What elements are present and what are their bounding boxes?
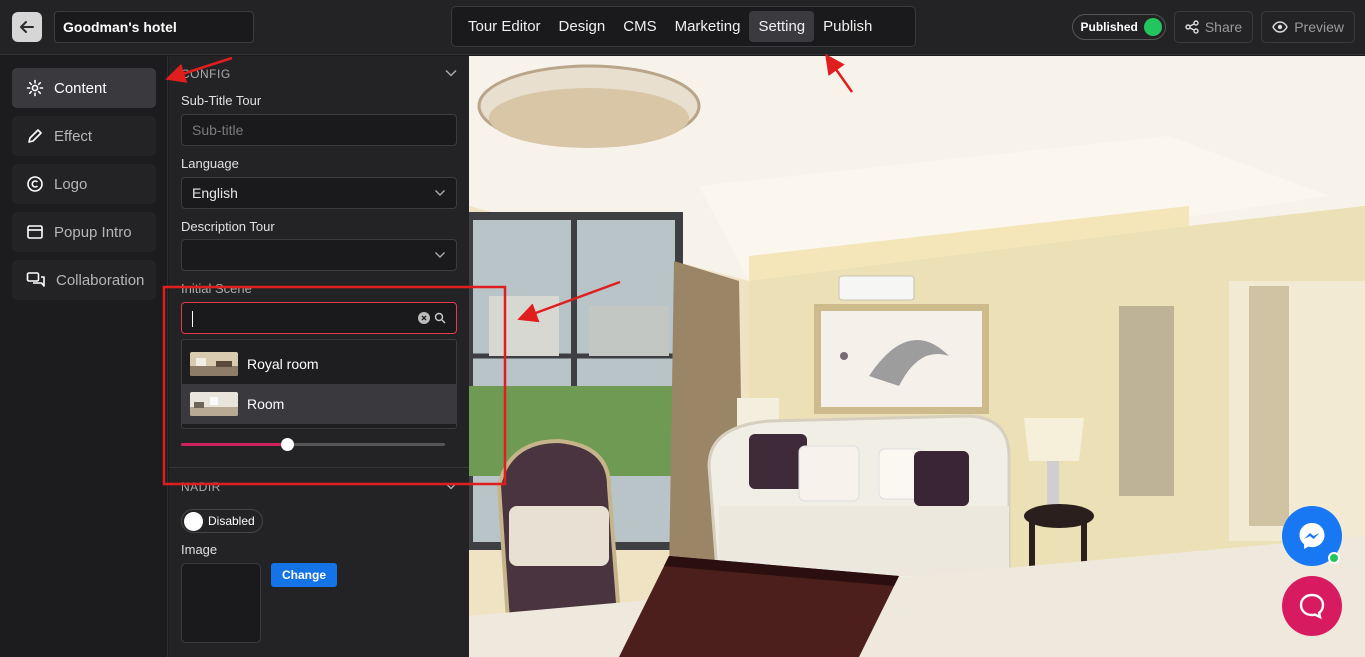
- chevron-down-icon[interactable]: [445, 69, 457, 77]
- description-label: Description Tour: [181, 219, 275, 234]
- nadir-toggle[interactable]: Disabled: [181, 509, 263, 533]
- messenger-icon: [1299, 523, 1325, 549]
- sidebar-item-label: Logo: [54, 175, 88, 193]
- chat-icon: [26, 272, 45, 287]
- subtitle-placeholder: Sub-title: [192, 122, 244, 138]
- window-icon: [27, 225, 43, 239]
- nadir-section-title: NADIR: [181, 480, 221, 494]
- language-value: English: [192, 185, 238, 201]
- config-panel: CONFIG Sub-Title Tour Sub-title Language…: [169, 56, 469, 657]
- tour-title-input[interactable]: Goodman's hotel: [54, 11, 254, 43]
- scene-thumbnail: [190, 352, 238, 376]
- slider-handle[interactable]: [280, 438, 294, 451]
- text-cursor: [192, 311, 193, 328]
- arrow-left-icon: [20, 21, 34, 33]
- room-scene-image: [469, 56, 1365, 657]
- published-status-toggle[interactable]: Published: [1071, 14, 1166, 40]
- messenger-button[interactable]: [1282, 506, 1342, 566]
- sidebar-item-collaboration[interactable]: Collaboration: [12, 260, 156, 300]
- toggle-label: Disabled: [208, 514, 255, 528]
- chevron-down-icon[interactable]: [445, 482, 457, 490]
- tab-setting[interactable]: Setting: [749, 11, 815, 42]
- chat-bubble-icon: [1299, 593, 1325, 620]
- subtitle-input[interactable]: Sub-title: [181, 114, 457, 146]
- tab-cms[interactable]: CMS: [614, 11, 665, 42]
- back-button[interactable]: [12, 12, 42, 42]
- eye-icon: [1272, 21, 1288, 33]
- sidebar-item-content[interactable]: Content: [12, 68, 156, 108]
- clear-icon[interactable]: [418, 312, 430, 324]
- change-image-button[interactable]: Change: [271, 563, 337, 587]
- tab-publish[interactable]: Publish: [814, 11, 881, 42]
- scene-thumbnail: [190, 392, 238, 416]
- nadir-image-preview[interactable]: [181, 563, 261, 643]
- dropdown-option-royal-room[interactable]: Royal room: [182, 344, 456, 384]
- tab-tour-editor[interactable]: Tour Editor: [459, 11, 550, 42]
- published-label: Published: [1080, 20, 1138, 34]
- image-label: Image: [181, 542, 218, 557]
- sidebar-item-logo[interactable]: Logo: [12, 164, 156, 204]
- sidebar-item-popup-intro[interactable]: Popup Intro: [12, 212, 156, 252]
- preview-button[interactable]: Preview: [1261, 11, 1355, 43]
- language-select[interactable]: English: [181, 177, 457, 209]
- toggle-knob: [184, 511, 203, 531]
- right-tools: Published Share Preview: [1071, 11, 1355, 43]
- sidebar-item-label: Content: [54, 79, 107, 97]
- sidebar-item-label: Effect: [54, 127, 93, 145]
- initial-scene-label: Initial Scene: [181, 281, 252, 296]
- pen-icon: [28, 129, 42, 143]
- option-label: Royal room: [247, 356, 319, 372]
- panorama-viewport[interactable]: [469, 56, 1365, 657]
- section-divider: [169, 467, 469, 468]
- tab-marketing[interactable]: Marketing: [666, 11, 750, 42]
- sidebar-item-label: Popup Intro: [54, 223, 132, 241]
- share-button[interactable]: Share: [1173, 11, 1254, 43]
- search-icon: [434, 312, 446, 324]
- status-dot: [1143, 18, 1162, 36]
- gear-icon: [26, 79, 44, 97]
- language-label: Language: [181, 156, 239, 171]
- fov-slider[interactable]: [181, 438, 445, 451]
- chevron-down-icon: [435, 252, 445, 258]
- online-dot: [1328, 552, 1340, 564]
- tab-design[interactable]: Design: [550, 11, 615, 42]
- option-label: Room: [247, 396, 285, 412]
- chat-widget-button[interactable]: [1282, 576, 1342, 636]
- config-section-title: CONFIG: [181, 67, 231, 81]
- copyright-icon: [27, 176, 43, 192]
- slider-fill: [181, 443, 287, 446]
- main-nav: Tour Editor Design CMS Marketing Setting…: [451, 6, 916, 47]
- dropdown-option-room[interactable]: Room: [182, 384, 456, 424]
- preview-label: Preview: [1294, 19, 1344, 35]
- top-bar: Goodman's hotel Tour Editor Design CMS M…: [0, 0, 1365, 55]
- sidebar-item-effect[interactable]: Effect: [12, 116, 156, 156]
- subtitle-label: Sub-Title Tour: [181, 93, 262, 108]
- share-icon: [1185, 20, 1199, 34]
- sidebar-item-label: Collaboration: [56, 271, 145, 289]
- description-select[interactable]: [181, 239, 457, 271]
- share-label: Share: [1204, 19, 1243, 35]
- settings-sidebar: Content Effect Logo Popup Intro Collabor…: [0, 56, 168, 657]
- initial-scene-search-input[interactable]: [181, 302, 457, 334]
- scene-dropdown: Royal room Room: [181, 339, 457, 429]
- chevron-down-icon: [435, 190, 445, 196]
